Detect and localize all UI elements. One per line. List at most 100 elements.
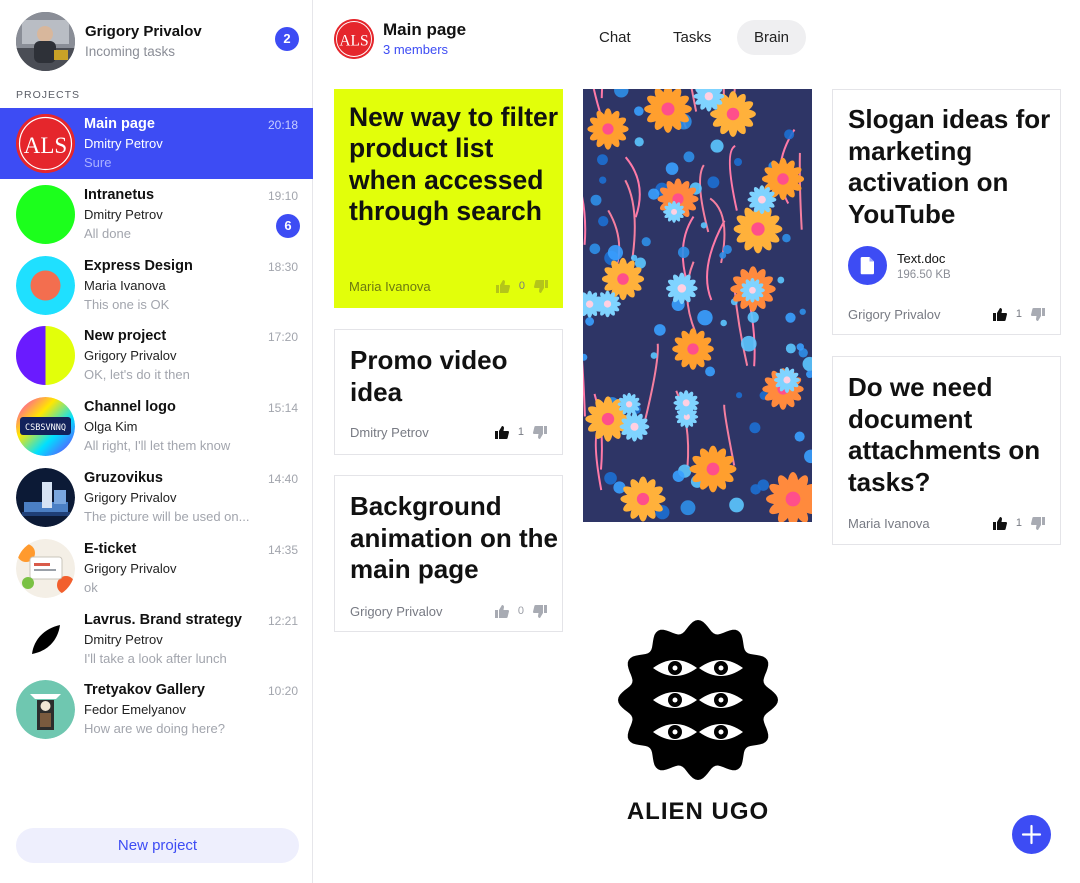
project-item-gruzovikus[interactable]: Gruzovikus Grigory Privalov The picture … bbox=[0, 462, 313, 533]
project-list: ALS Main page Dmitry Petrov Sure 20:18 I… bbox=[0, 108, 313, 745]
project-item-tretyakov-gallery[interactable]: Tretyakov Gallery Fedor Emelyanov How ar… bbox=[0, 674, 313, 745]
user-avatar bbox=[16, 12, 75, 71]
project-avatar: ALS bbox=[16, 114, 75, 173]
tab-chat[interactable]: Chat bbox=[582, 20, 648, 55]
project-last-message: All right, I'll let them know bbox=[84, 438, 231, 454]
project-last-message: I'll take a look after lunch bbox=[84, 650, 227, 666]
vote-controls: 1 bbox=[992, 515, 1045, 531]
project-avatar bbox=[16, 184, 75, 244]
project-time: 14:40 bbox=[267, 471, 298, 486]
thumbs-down-icon[interactable] bbox=[533, 604, 547, 618]
project-item-main-page[interactable]: ALS Main page Dmitry Petrov Sure 20:18 bbox=[0, 108, 313, 179]
alien-ugo-logo[interactable]: ALIEN UGO bbox=[603, 605, 793, 825]
project-time: 19:10 bbox=[267, 188, 298, 203]
idea-card[interactable]: Background animation on the main page Gr… bbox=[334, 475, 563, 632]
vote-count: 1 bbox=[1015, 308, 1022, 320]
project-title: Intranetus bbox=[84, 186, 155, 203]
project-time: 20:18 bbox=[267, 118, 298, 132]
project-item-channel-logo[interactable]: CSBSVNNQ Channel logo Olga Kim All right… bbox=[0, 391, 313, 462]
project-last-message: ok bbox=[84, 579, 98, 595]
idea-card[interactable]: Slogan ideas for marketing activation on… bbox=[832, 89, 1061, 335]
project-avatar bbox=[16, 609, 75, 669]
project-person: Maria Ivanova bbox=[84, 277, 166, 293]
project-title: Tretyakov Gallery bbox=[84, 682, 205, 699]
thumbs-up-icon[interactable] bbox=[494, 425, 509, 439]
project-time: 17:20 bbox=[267, 330, 298, 345]
project-person: Olga Kim bbox=[84, 419, 138, 435]
thumbs-up-icon[interactable] bbox=[992, 516, 1007, 530]
incoming-tasks-badge: 2 bbox=[275, 27, 299, 51]
thumbs-up-icon[interactable] bbox=[495, 279, 510, 293]
members-link[interactable]: 3 members bbox=[383, 42, 448, 57]
card-author: Grigory Privalov bbox=[848, 307, 941, 322]
header-avatar-text: ALS bbox=[339, 33, 368, 50]
vote-controls: 1 bbox=[494, 424, 547, 440]
file-size: 196.50 KB bbox=[897, 269, 951, 281]
file-name: Text.doc bbox=[897, 251, 946, 266]
projects-section-label: PROJECTS bbox=[16, 89, 81, 101]
project-item-e-ticket[interactable]: E-ticket Grigory Privalov ok 14:35 bbox=[0, 533, 313, 604]
header-project-avatar[interactable]: ALS bbox=[334, 19, 374, 59]
project-title: Channel logo bbox=[84, 399, 176, 416]
card-title: Do we need document attachments on tasks… bbox=[848, 372, 1041, 497]
project-title: Express Design bbox=[84, 257, 193, 274]
file-attachment[interactable]: Text.doc 196.50 KB bbox=[848, 246, 1068, 286]
card-title: New way to filter product list when acce… bbox=[349, 102, 559, 226]
thumbs-down-icon[interactable] bbox=[534, 279, 548, 293]
project-item-express-design[interactable]: Express Design Maria Ivanova This one is… bbox=[0, 250, 313, 321]
card-title: Slogan ideas for marketing activation on… bbox=[848, 104, 1051, 229]
project-last-message: Sure bbox=[84, 155, 112, 170]
card-author: Maria Ivanova bbox=[848, 516, 930, 531]
card-author: Maria Ivanova bbox=[349, 279, 431, 294]
thumbs-down-icon[interactable] bbox=[533, 425, 547, 439]
project-title: New project bbox=[84, 328, 167, 345]
thumbs-up-icon[interactable] bbox=[494, 604, 509, 618]
project-person: Grigory Privalov bbox=[84, 489, 177, 505]
card-author: Grigory Privalov bbox=[350, 604, 443, 619]
thumbs-up-icon[interactable] bbox=[992, 307, 1007, 321]
vote-count: 0 bbox=[518, 280, 525, 292]
vote-count: 1 bbox=[517, 426, 524, 438]
project-last-message: How are we doing here? bbox=[84, 721, 225, 737]
project-avatar bbox=[16, 255, 75, 315]
new-project-button[interactable]: New project bbox=[16, 828, 299, 863]
add-idea-button[interactable] bbox=[1012, 815, 1051, 854]
project-person: Grigory Privalov bbox=[84, 348, 177, 364]
project-avatar bbox=[16, 326, 75, 386]
project-time: 18:30 bbox=[267, 259, 298, 274]
project-last-message: This one is OK bbox=[84, 296, 170, 312]
thumbs-down-icon[interactable] bbox=[1031, 516, 1045, 530]
project-avatar-text: CSBSVNNQ bbox=[25, 423, 66, 433]
logo-text: ALIEN UGO bbox=[626, 798, 770, 825]
vote-count: 1 bbox=[1015, 517, 1022, 529]
project-item-lavrus[interactable]: Lavrus. Brand strategy Dmitry Petrov I'l… bbox=[0, 604, 313, 675]
idea-card[interactable]: Promo video idea Dmitry Petrov 1 bbox=[334, 329, 563, 455]
idea-card[interactable]: New way to filter product list when acce… bbox=[334, 89, 563, 308]
thumbs-down-icon[interactable] bbox=[1031, 307, 1045, 321]
project-person: Dmitry Petrov bbox=[84, 206, 163, 222]
current-user[interactable]: Grigory Privalov Incoming tasks 2 bbox=[16, 12, 301, 72]
project-avatar: CSBSVNNQ bbox=[16, 397, 75, 457]
project-last-message: All done bbox=[84, 225, 131, 241]
project-avatar-text: ALS bbox=[24, 133, 67, 158]
project-last-message: The picture will be used on... bbox=[84, 508, 250, 524]
floral-pattern-image[interactable] bbox=[583, 89, 812, 522]
card-title: Promo video idea bbox=[350, 345, 508, 407]
tab-tasks[interactable]: Tasks bbox=[656, 20, 728, 55]
project-title: Lavrus. Brand strategy bbox=[84, 611, 242, 628]
project-time: 10:20 bbox=[267, 684, 298, 699]
idea-card[interactable]: Do we need document attachments on tasks… bbox=[832, 356, 1061, 545]
tab-brain[interactable]: Brain bbox=[737, 20, 807, 55]
project-avatar bbox=[16, 467, 75, 527]
floral-pattern-graphic bbox=[583, 89, 812, 522]
project-person: Dmitry Petrov bbox=[84, 136, 163, 151]
alien-ugo-logo-mark bbox=[618, 620, 778, 780]
project-avatar bbox=[16, 538, 75, 598]
document-icon bbox=[848, 246, 887, 285]
project-item-intranetus[interactable]: Intranetus Dmitry Petrov All done 19:10 … bbox=[0, 179, 313, 250]
project-person: Fedor Emelyanov bbox=[84, 702, 186, 718]
project-header: ALS Main page 3 members Chat Tasks Brain bbox=[314, 0, 1080, 78]
vote-count: 0 bbox=[517, 605, 524, 617]
project-time: 12:21 bbox=[267, 613, 298, 628]
project-item-new-project[interactable]: New project Grigory Privalov OK, let's d… bbox=[0, 320, 313, 391]
